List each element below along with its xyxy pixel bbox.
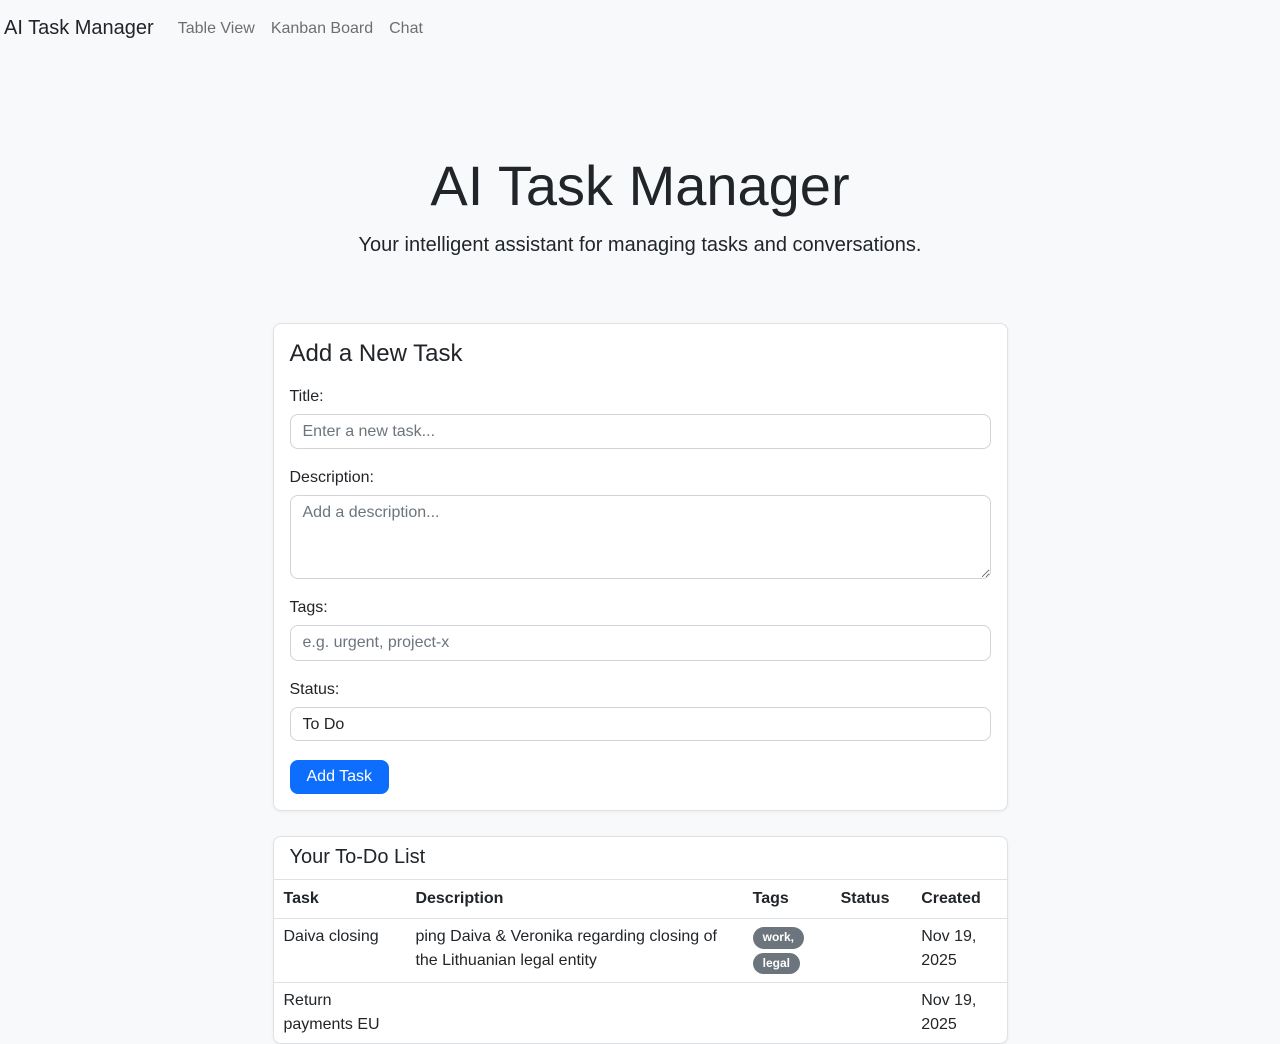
hero: AI Task Manager Your intelligent assista… xyxy=(0,57,1280,323)
column-header-description: Description xyxy=(405,880,742,919)
table-row: Daiva closing ping Daiva & Veronika rega… xyxy=(274,918,1007,982)
todo-list-card: Your To-Do List Task Description Tags St… xyxy=(273,836,1008,1044)
todo-list-heading: Your To-Do List xyxy=(274,837,1007,880)
navbar: AI Task Manager Table View Kanban Board … xyxy=(0,0,1280,57)
title-input[interactable] xyxy=(290,414,991,450)
description-cell xyxy=(405,983,742,1044)
description-field-group: Description: xyxy=(290,469,991,579)
status-cell xyxy=(831,983,912,1044)
title-field-group: Title: xyxy=(290,388,991,450)
add-task-heading: Add a New Task xyxy=(290,340,991,368)
column-header-task: Task xyxy=(274,880,406,919)
column-header-tags: Tags xyxy=(743,880,831,919)
nav-link-table-view[interactable]: Table View xyxy=(170,12,263,46)
add-task-card: Add a New Task Title: Description: Tags:… xyxy=(273,323,1008,811)
page-subtitle: Your intelligent assistant for managing … xyxy=(0,234,1280,257)
description-label: Description: xyxy=(290,469,991,487)
created-cell: Nov 19, 2025 xyxy=(911,983,1006,1044)
tags-cell xyxy=(743,983,831,1044)
task-cell: Daiva closing xyxy=(274,918,406,982)
nav-link-chat[interactable]: Chat xyxy=(381,12,431,46)
description-textarea[interactable] xyxy=(290,495,991,579)
page-title: AI Task Manager xyxy=(0,157,1280,216)
column-header-status: Status xyxy=(831,880,912,919)
navbar-brand[interactable]: AI Task Manager xyxy=(4,17,154,40)
tag-badge: legal xyxy=(753,953,800,975)
created-cell: Nov 19, 2025 xyxy=(911,918,1006,982)
description-cell: ping Daiva & Veronika regarding closing … xyxy=(405,918,742,982)
todo-table: Task Description Tags Status Created Dai… xyxy=(274,880,1007,1043)
column-header-created: Created xyxy=(911,880,1006,919)
main-content: Add a New Task Title: Description: Tags:… xyxy=(0,323,1280,1044)
task-cell: Return payments EU xyxy=(274,983,406,1044)
tags-cell: work, legal xyxy=(743,918,831,982)
nav-link-kanban-board[interactable]: Kanban Board xyxy=(263,12,381,46)
table-row: Return payments EU Nov 19, 2025 xyxy=(274,983,1007,1044)
tags-label: Tags: xyxy=(290,599,991,617)
title-label: Title: xyxy=(290,388,991,406)
tag-badge: work, xyxy=(753,927,804,949)
status-cell xyxy=(831,918,912,982)
add-task-button[interactable]: Add Task xyxy=(290,760,390,794)
todo-table-header-row: Task Description Tags Status Created xyxy=(274,880,1007,919)
status-label: Status: xyxy=(290,681,991,699)
status-select[interactable]: To Do xyxy=(290,707,991,741)
status-field-group: Status: To Do xyxy=(290,681,991,741)
tags-field-group: Tags: xyxy=(290,599,991,661)
tags-input[interactable] xyxy=(290,625,991,661)
